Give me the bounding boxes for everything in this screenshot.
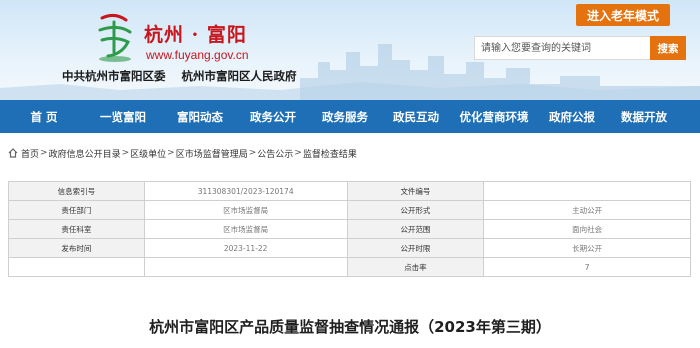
- info-value: 7: [483, 257, 691, 277]
- nav-item-business-env[interactable]: 优化营商环境: [452, 109, 536, 125]
- home-icon: [8, 148, 18, 158]
- nav-item-overview[interactable]: 一览富阳: [82, 109, 164, 125]
- nav-item-gazette[interactable]: 政府公报: [536, 109, 608, 125]
- elder-mode-button[interactable]: 进入老年模式: [576, 4, 670, 26]
- breadcrumb: 首页 > 政府信息公开目录 > 区级单位 > 区市场监督管理局 > 公告公示 >…: [0, 143, 700, 163]
- article-title: 杭州市富阳区产品质量监督抽查情况通报（2023年第三期）: [149, 318, 551, 336]
- site-header: 杭州 · 富阳 www.fuyang.gov.cn 中共杭州市富阳区委 杭州市富…: [0, 0, 700, 100]
- info-label: 发布时间: [8, 238, 145, 258]
- nav-item-home[interactable]: 首 页: [6, 109, 82, 125]
- info-label: 公开形式: [346, 200, 485, 220]
- info-value: 区市场监督局: [143, 200, 348, 220]
- search-button[interactable]: 搜索: [650, 36, 686, 60]
- org-party-committee: 中共杭州市富阳区委: [62, 69, 166, 83]
- breadcrumb-separator: >: [167, 148, 175, 158]
- info-value: 长期公开: [483, 238, 691, 258]
- breadcrumb-separator: >: [294, 148, 302, 158]
- info-label: 责任部门: [8, 200, 145, 220]
- info-value: 主动公开: [483, 200, 691, 220]
- breadcrumb-announcements[interactable]: 公告公示: [257, 147, 293, 160]
- breadcrumb-inspection-results[interactable]: 监督检查结果: [303, 147, 357, 160]
- info-value: 区市场监督局: [143, 219, 348, 239]
- organization-names: 中共杭州市富阳区委 杭州市富阳区人民政府: [62, 68, 309, 84]
- info-empty-cell: [143, 257, 348, 277]
- site-logo-name[interactable]: 杭州 · 富阳: [144, 20, 247, 47]
- info-label: 公开范围: [346, 219, 485, 239]
- info-label: 公开时限: [346, 238, 485, 258]
- info-label: 责任科室: [8, 219, 145, 239]
- info-value: 面向社会: [483, 219, 691, 239]
- breadcrumb-market-supervision[interactable]: 区市场监督管理局: [176, 147, 248, 160]
- nav-item-gov-services[interactable]: 政务服务: [310, 109, 380, 125]
- main-nav: 首 页 一览富阳 富阳动态 政务公开 政务服务 政民互动 优化营商环境 政府公报…: [0, 100, 700, 133]
- table-row: 责任科室 区市场监督局 公开范围 面向社会: [8, 219, 691, 239]
- breadcrumb-gov-info-catalog[interactable]: 政府信息公开目录: [49, 147, 121, 160]
- breadcrumb-district-units[interactable]: 区级单位: [130, 147, 166, 160]
- breadcrumb-separator: >: [40, 148, 48, 158]
- info-value: 311308301/2023-120174: [143, 181, 348, 201]
- document-info-table: 信息索引号 311308301/2023-120174 文件编号 责任部门 区市…: [8, 181, 691, 277]
- info-value: [483, 181, 691, 201]
- table-row: 信息索引号 311308301/2023-120174 文件编号: [8, 181, 691, 201]
- table-row: 点击率 7: [8, 257, 691, 277]
- breadcrumb-home[interactable]: 首页: [21, 147, 39, 160]
- nav-item-open-data[interactable]: 数据开放: [608, 109, 680, 125]
- table-row: 发布时间 2023-11-22 公开时限 长期公开: [8, 238, 691, 258]
- site-logo-url: www.fuyang.gov.cn: [146, 48, 249, 62]
- nav-item-interaction[interactable]: 政民互动: [380, 109, 452, 125]
- nav-item-gov-info[interactable]: 政务公开: [236, 109, 310, 125]
- info-empty-cell: [8, 257, 145, 277]
- breadcrumb-separator: >: [121, 148, 130, 158]
- table-row: 责任部门 区市场监督局 公开形式 主动公开: [8, 200, 691, 220]
- info-label: 信息索引号: [8, 181, 145, 201]
- org-district-government: 杭州市富阳区人民政府: [181, 69, 297, 83]
- info-label: 点击率: [346, 257, 485, 277]
- nav-item-news[interactable]: 富阳动态: [164, 109, 236, 125]
- fuyang-logo-icon: [98, 13, 132, 62]
- info-label: 文件编号: [346, 181, 485, 201]
- search-box: 搜索: [474, 36, 686, 60]
- search-input[interactable]: [474, 36, 650, 60]
- breadcrumb-separator: >: [248, 148, 257, 158]
- info-value: 2023-11-22: [143, 238, 348, 258]
